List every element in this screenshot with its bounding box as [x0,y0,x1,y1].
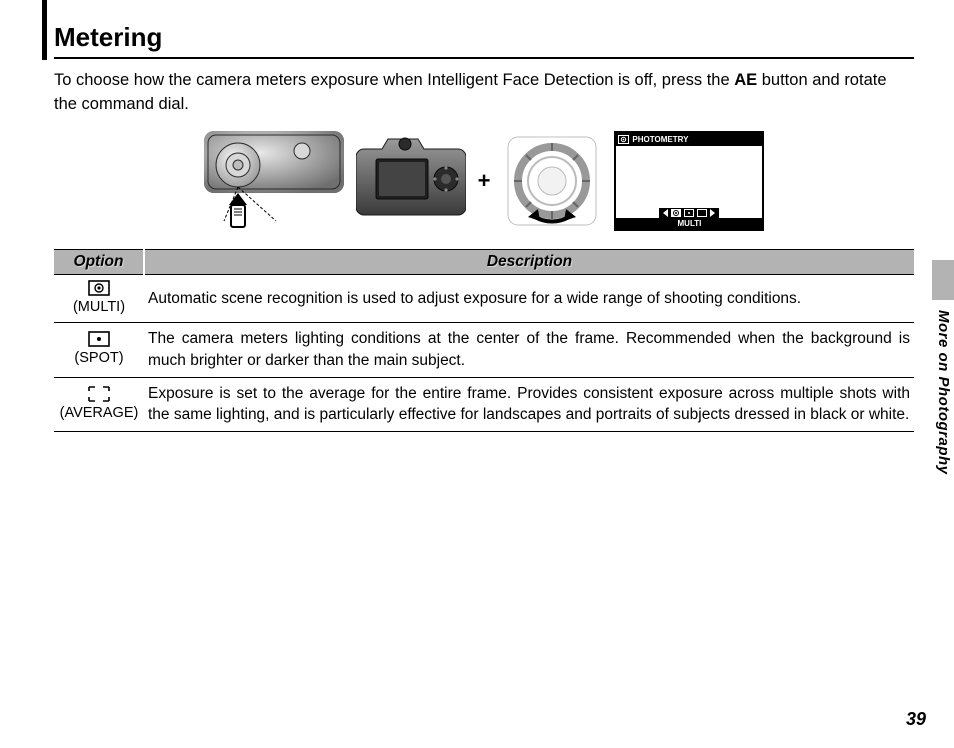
mode-multi-icon [671,209,681,217]
option-description: The camera meters lighting conditions at… [144,323,914,377]
mode-spot-icon [684,209,694,217]
right-arrow-icon [710,209,715,217]
page-number: 39 [906,709,926,730]
left-margin-mark [42,0,47,60]
option-description: Exposure is set to the average for the e… [144,377,914,431]
plus-symbol: + [478,168,491,194]
left-arrow-icon [663,209,668,217]
intro-text-pre: To choose how the camera meters exposure… [54,71,734,89]
option-cell-spot: (SPOT) [54,323,144,377]
camera-back-icon [356,131,466,231]
section-side-caption: More on Photography [935,310,952,475]
page-content: Metering To choose how the camera meters… [54,22,914,432]
option-label: (MULTI) [73,299,125,315]
table-row: (SPOT) The camera meters lighting condit… [54,323,914,377]
screen-titlebar: PHOTOMETRY [616,133,762,146]
mode-average-icon [697,209,707,217]
ae-button-label: AE [734,71,757,89]
figures-row: + [54,131,914,231]
screen-mode-icons [659,208,719,218]
table-row: (MULTI) Automatic scene recognition is u… [54,274,914,322]
spot-metering-icon [88,331,110,347]
option-label: (AVERAGE) [60,405,139,421]
screen-footer: MULTI [616,218,762,229]
screen-title-text: PHOTOMETRY [632,135,688,144]
right-thumb-tab [932,260,954,300]
average-metering-icon [88,386,110,402]
command-dial-icon [502,131,602,231]
multi-metering-icon [88,280,110,296]
option-label: (SPOT) [74,350,123,366]
option-cell-multi: (MULTI) [54,274,144,322]
multi-metering-icon [618,135,629,144]
camera-button-icon [204,131,344,231]
option-description: Automatic scene recognition is used to a… [144,274,914,322]
option-cell-average: (AVERAGE) [54,377,144,431]
intro-paragraph: To choose how the camera meters exposure… [54,69,914,117]
page-title: Metering [54,22,914,59]
col-description-header: Description [144,249,914,274]
photometry-screen: PHOTOMETRY MULTI [614,131,764,231]
options-table: Option Description (MULTI) Automatic sce… [54,249,914,432]
table-row: (AVERAGE) Exposure is set to the average… [54,377,914,431]
col-option-header: Option [54,249,144,274]
